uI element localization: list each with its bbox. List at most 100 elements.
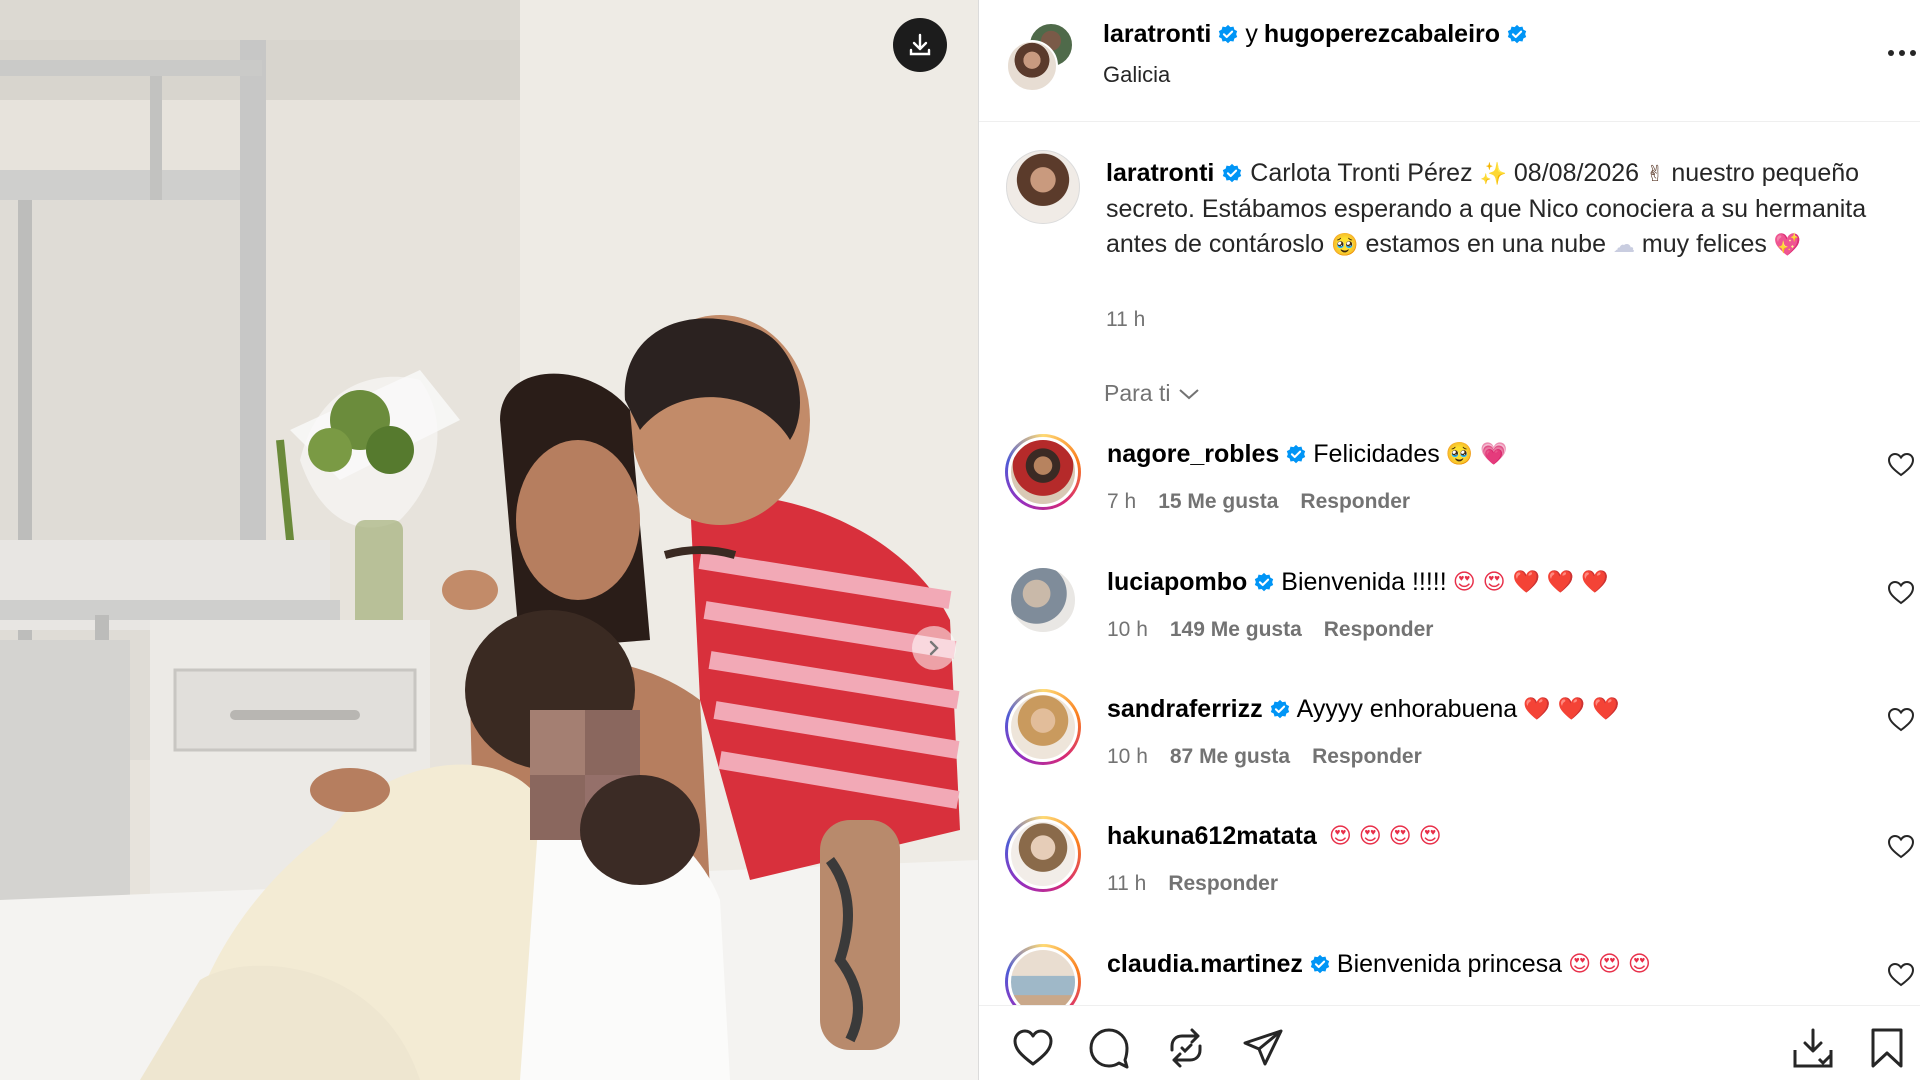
- avatar: [1008, 819, 1078, 889]
- comment-item: nagore_robles Felicidades 🥹 💗 7 h 15 Me …: [979, 430, 1920, 550]
- heart-icon[interactable]: [1011, 1026, 1055, 1070]
- comment-text: Felicidades: [1313, 440, 1440, 468]
- post-header: laratronti y hugoperezcabaleiro Galicia: [979, 0, 1920, 122]
- avatar-wrapper[interactable]: [1005, 562, 1081, 638]
- comment-sort-dropdown[interactable]: Para ti: [1104, 380, 1200, 407]
- sparkles-emoji: ✨: [1479, 162, 1507, 187]
- chevron-down-icon: [1179, 388, 1200, 399]
- collab-usernames: laratronti y hugoperezcabaleiro: [1103, 20, 1528, 49]
- more-icon[interactable]: [1885, 38, 1919, 68]
- comment-text: Bienvenida !!!!!: [1281, 568, 1447, 596]
- reply-button[interactable]: Responder: [1168, 872, 1278, 896]
- heart-icon[interactable]: [1887, 834, 1915, 860]
- caption-segment: muy felices: [1641, 230, 1767, 258]
- comment-time: 10 h: [1107, 745, 1148, 768]
- next-photo-button[interactable]: [912, 626, 956, 670]
- story-ring[interactable]: [1005, 944, 1081, 1005]
- post-photo[interactable]: [0, 0, 978, 1080]
- username-link[interactable]: hugoperezcabaleiro: [1264, 20, 1500, 49]
- cloud-emoji: ☁: [1612, 233, 1635, 258]
- avatar: [1008, 437, 1078, 507]
- avatar: [1008, 565, 1078, 635]
- save-image-icon[interactable]: [1791, 1026, 1835, 1070]
- username-link[interactable]: hakuna612matata: [1107, 822, 1317, 851]
- share-icon[interactable]: [1241, 1026, 1285, 1070]
- verified-badge-icon: [1270, 699, 1289, 718]
- heart-icon[interactable]: [1887, 580, 1915, 606]
- comment-likes-link[interactable]: 87 Me gusta: [1170, 745, 1290, 769]
- heart-icon[interactable]: [1887, 707, 1915, 733]
- collab-conjunction: y: [1245, 20, 1258, 48]
- story-ring[interactable]: [1005, 816, 1081, 892]
- teary-face-emoji: 🥹: [1331, 233, 1359, 258]
- username-link[interactable]: sandraferrizz: [1107, 695, 1263, 724]
- verified-badge-icon: [1287, 444, 1306, 463]
- verified-badge-icon: [1219, 24, 1238, 43]
- comment-likes-link[interactable]: 15 Me gusta: [1158, 490, 1278, 514]
- comment-likes-link[interactable]: 149 Me gusta: [1170, 618, 1302, 642]
- username-link[interactable]: laratronti: [1103, 20, 1211, 49]
- caption-segment: Carlota Tronti Pérez: [1250, 159, 1473, 187]
- comment-meta: 10 h 87 Me gusta Responder: [1107, 745, 1422, 769]
- comment-meta: 7 h 15 Me gusta Responder: [1107, 490, 1410, 514]
- comment-line: luciapombo Bienvenida !!!!! 😍 😍 ❤️ ❤️ ❤️: [1107, 568, 1609, 597]
- comment-text: Bienvenida princesa: [1336, 950, 1563, 978]
- story-ring[interactable]: [1005, 434, 1081, 510]
- comment-meta: 11 h Responder: [1107, 872, 1278, 896]
- comment-emojis: 😍 😍 😍 😍: [1328, 824, 1442, 849]
- comment-line: nagore_robles Felicidades 🥹 💗: [1107, 440, 1508, 469]
- comment-meta: 10 h 149 Me gusta Responder: [1107, 618, 1433, 642]
- hospital-family-photo: [0, 0, 978, 1080]
- comment-time: 7 h: [1107, 490, 1137, 513]
- comment-text: Ayyyy enhorabuena: [1296, 695, 1518, 723]
- comments-list: nagore_robles Felicidades 🥹 💗 7 h 15 Me …: [979, 430, 1920, 1005]
- sort-label: Para ti: [1104, 380, 1171, 406]
- comment-emojis: 😍 😍 ❤️ ❤️ ❤️: [1452, 570, 1609, 595]
- bookmark-icon[interactable]: [1865, 1026, 1909, 1070]
- post-actions: [979, 1005, 1920, 1080]
- caption-segment: 08/08/2026: [1513, 159, 1640, 187]
- username-link[interactable]: luciapombo: [1107, 568, 1247, 597]
- avatar-laratronti[interactable]: [1006, 40, 1058, 92]
- story-ring[interactable]: [1005, 689, 1081, 765]
- download-icon: [909, 33, 931, 56]
- post-panel: laratronti y hugoperezcabaleiro Galicia …: [979, 0, 1920, 1080]
- comment-line: hakuna612matata 😍 😍 😍 😍: [1107, 822, 1442, 851]
- caption-text: laratronti Carlota Tronti Pérez ✨ 08/08/…: [1106, 156, 1886, 263]
- comment-emojis: 😍 😍 😍: [1568, 952, 1651, 977]
- location-link[interactable]: Galicia: [1103, 62, 1170, 88]
- verified-badge-icon: [1223, 164, 1242, 183]
- download-button[interactable]: [893, 18, 947, 72]
- repost-icon[interactable]: [1164, 1026, 1208, 1070]
- avatar: [1008, 692, 1078, 762]
- comment-line: sandraferrizz Ayyyy enhorabuena ❤️ ❤️ ❤️: [1107, 695, 1619, 724]
- reply-button[interactable]: Responder: [1324, 618, 1434, 642]
- post-timestamp: 11 h: [1106, 308, 1146, 331]
- verified-badge-icon: [1507, 24, 1527, 43]
- comment-icon[interactable]: [1087, 1026, 1131, 1070]
- comment-time: 10 h: [1107, 618, 1148, 641]
- comment-item: hakuna612matata 😍 😍 😍 😍 11 h Responder: [979, 812, 1920, 932]
- chevron-right-icon: [929, 640, 939, 656]
- username-link[interactable]: claudia.martinez: [1107, 950, 1303, 979]
- heart-icon[interactable]: [1887, 962, 1915, 988]
- comment-item: sandraferrizz Ayyyy enhorabuena ❤️ ❤️ ❤️…: [979, 685, 1920, 805]
- sparkling-heart-emoji: 💖: [1773, 233, 1802, 258]
- reply-button[interactable]: Responder: [1312, 745, 1422, 769]
- comment-time: 11 h: [1107, 872, 1147, 895]
- comment-emojis: ❤️ ❤️ ❤️: [1523, 697, 1620, 722]
- verified-badge-icon: [1255, 572, 1274, 591]
- collab-avatars[interactable]: [1006, 22, 1076, 92]
- verified-badge-icon: [1310, 954, 1330, 973]
- heart-icon[interactable]: [1887, 452, 1915, 478]
- caption-segment: estamos en una nube: [1365, 230, 1606, 258]
- comment-emojis: 🥹 💗: [1445, 442, 1508, 467]
- avatar: [1008, 947, 1078, 1005]
- avatar[interactable]: [1006, 150, 1080, 224]
- username-link[interactable]: laratronti: [1106, 159, 1214, 187]
- reply-button[interactable]: Responder: [1300, 490, 1410, 514]
- comment-item: luciapombo Bienvenida !!!!! 😍 😍 ❤️ ❤️ ❤️…: [979, 558, 1920, 678]
- comment-line: claudia.martinez Bienvenida princesa 😍 😍…: [1107, 950, 1651, 979]
- victory-hand-emoji: ✌: [1645, 162, 1665, 187]
- username-link[interactable]: nagore_robles: [1107, 440, 1279, 469]
